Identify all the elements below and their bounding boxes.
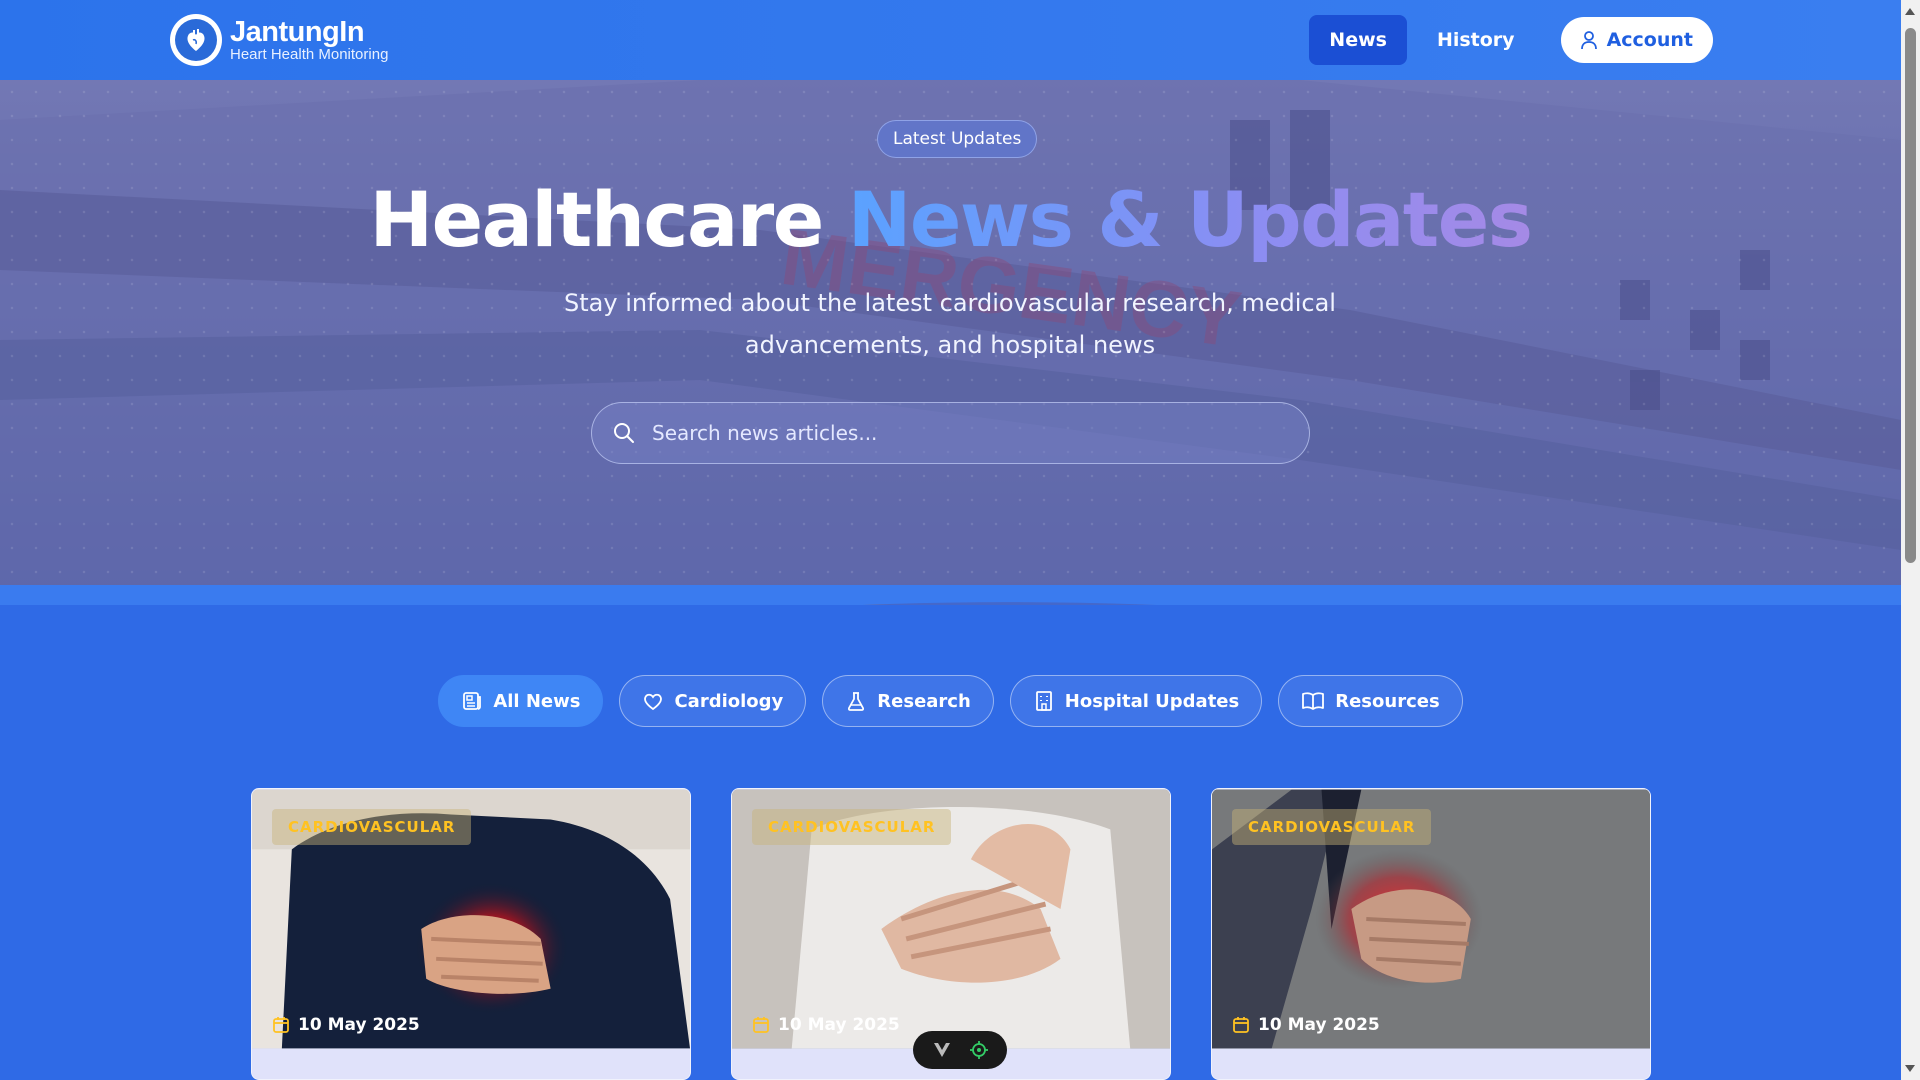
heart-icon: [644, 693, 663, 711]
heart-logo-icon: [170, 14, 222, 66]
page-title: Healthcare News & Updates: [0, 175, 1901, 264]
scroll-up-arrow[interactable]: [1905, 8, 1915, 15]
top-navbar: JantungIn Heart Health Monitoring News H…: [0, 0, 1901, 80]
scroll-down-arrow[interactable]: [1905, 1065, 1915, 1072]
hero-subtitle: Stay informed about the latest cardiovas…: [564, 289, 1336, 359]
publish-date: 10 May 2025: [752, 1015, 900, 1035]
filter-label: All News: [493, 690, 581, 712]
date-text: 10 May 2025: [778, 1015, 900, 1035]
publish-date: 10 May 2025: [272, 1015, 420, 1035]
page-scrollbar[interactable]: [1901, 0, 1920, 1080]
hospital-icon: [1035, 691, 1052, 711]
news-card[interactable]: CARDIOVASCULAR 10 May 2025: [1211, 788, 1651, 1080]
category-tag: CARDIOVASCULAR: [272, 809, 472, 845]
filter-hospital-updates[interactable]: Hospital Updates: [1009, 675, 1263, 727]
date-text: 10 May 2025: [298, 1015, 420, 1035]
search-input[interactable]: Search news articles...: [591, 402, 1310, 464]
brand-logo[interactable]: JantungIn Heart Health Monitoring: [170, 14, 388, 66]
user-icon: [1580, 31, 1597, 50]
search-icon: [614, 423, 634, 443]
latest-updates-badge: Latest Updates: [877, 120, 1038, 158]
main-nav: News History Account: [1309, 15, 1713, 65]
brand-tagline: Heart Health Monitoring: [230, 46, 389, 63]
calendar-icon: [273, 1017, 289, 1033]
book-icon: [1302, 692, 1325, 710]
floating-toolbar: [913, 1031, 1007, 1069]
title-highlight: News & Updates: [847, 175, 1533, 264]
date-text: 10 May 2025: [1258, 1015, 1380, 1035]
nav-news[interactable]: News: [1309, 15, 1407, 65]
category-filters: All News Cardiology Research Hospital Up…: [0, 675, 1901, 727]
filter-label: Cardiology: [674, 690, 784, 712]
wave-divider: [0, 585, 1901, 605]
filter-resources[interactable]: Resources: [1278, 675, 1463, 727]
flask-icon: [848, 692, 865, 711]
filter-research[interactable]: Research: [822, 675, 994, 727]
scroll-thumb[interactable]: [1905, 28, 1916, 563]
filter-label: Research: [877, 690, 971, 712]
filter-cardiology[interactable]: Cardiology: [619, 675, 807, 727]
category-tag: CARDIOVASCULAR: [752, 809, 952, 845]
calendar-icon: [1233, 1017, 1249, 1033]
calendar-icon: [753, 1017, 769, 1033]
filter-label: Resources: [1335, 690, 1440, 712]
newspaper-icon: [463, 692, 482, 710]
publish-date: 10 May 2025: [1232, 1015, 1380, 1035]
filter-label: Hospital Updates: [1064, 690, 1240, 712]
hero-section: MERGENCY Latest Updates Healthcare News …: [0, 80, 1901, 605]
account-label: Account: [1606, 29, 1693, 51]
nav-history[interactable]: History: [1417, 15, 1535, 65]
title-plain: Healthcare: [369, 175, 825, 264]
target-icon[interactable]: [969, 1040, 989, 1060]
vue-devtools-icon[interactable]: [932, 1041, 952, 1059]
account-button[interactable]: Account: [1560, 17, 1713, 63]
filter-all-news[interactable]: All News: [438, 675, 604, 727]
news-card[interactable]: CARDIOVASCULAR 10 May 2025: [251, 788, 691, 1080]
brand-name: JantungIn: [230, 16, 365, 48]
search-placeholder: Search news articles...: [652, 421, 878, 445]
category-tag: CARDIOVASCULAR: [1232, 809, 1432, 845]
